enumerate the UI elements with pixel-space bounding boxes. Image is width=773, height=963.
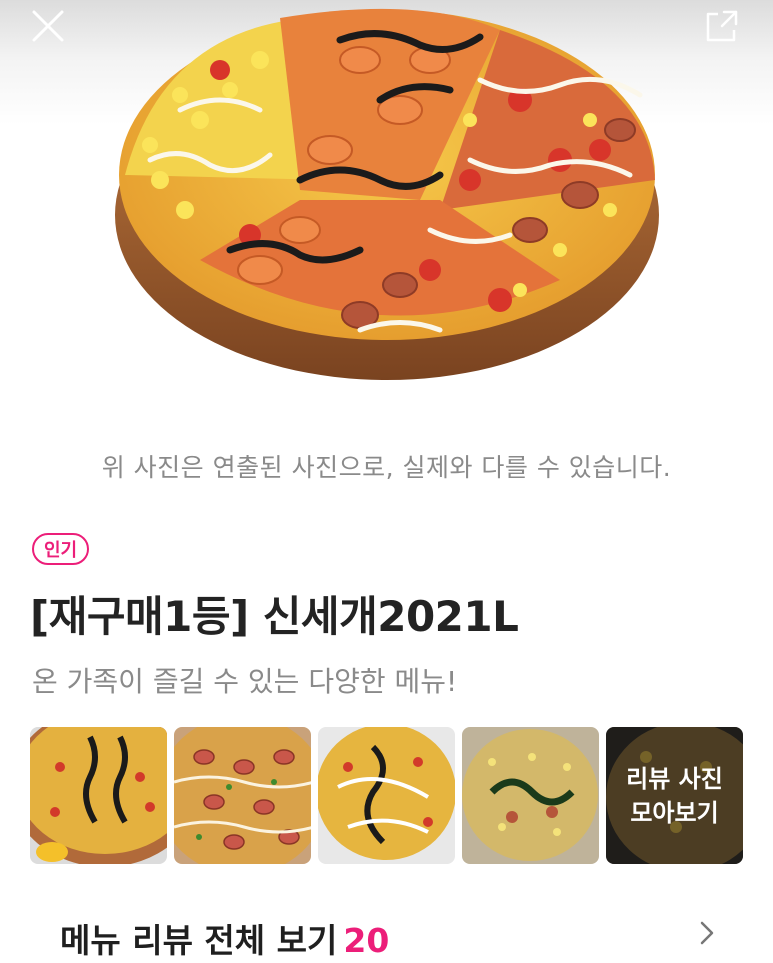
review-photos-more-label: 리뷰 사진 모아보기 xyxy=(606,727,743,864)
hero-section xyxy=(0,0,773,415)
review-photo-2[interactable] xyxy=(174,727,311,864)
close-button[interactable] xyxy=(26,4,70,48)
product-subtitle: 온 가족이 즐길 수 있는 다양한 메뉴! xyxy=(32,665,458,698)
menu-detail-page: 위 사진은 연출된 사진으로, 실제와 다를 수 있습니다. 인기 [재구매1등… xyxy=(0,0,773,963)
review-photo-1[interactable] xyxy=(30,727,167,864)
review-photo-4[interactable] xyxy=(462,727,599,864)
close-icon xyxy=(32,10,64,42)
product-title: [재구매1등] 신세개2021L xyxy=(30,592,519,641)
review-count: 20 xyxy=(343,921,390,960)
all-reviews-link[interactable]: 메뉴 리뷰 전체 보기 20 xyxy=(0,900,773,963)
pizza-hero-image xyxy=(115,8,659,380)
share-button[interactable] xyxy=(700,4,744,48)
review-photo-more[interactable]: 리뷰 사진 모아보기 xyxy=(606,727,743,864)
all-reviews-label: 메뉴 리뷰 전체 보기 20 xyxy=(60,921,390,960)
chevron-right-icon xyxy=(700,921,714,945)
share-icon xyxy=(706,10,738,42)
photo-disclaimer: 위 사진은 연출된 사진으로, 실제와 다를 수 있습니다. xyxy=(101,453,672,482)
review-photo-strip: 리뷰 사진 모아보기 xyxy=(30,727,743,864)
review-photo-3[interactable] xyxy=(318,727,455,864)
popular-badge: 인기 xyxy=(32,533,90,565)
